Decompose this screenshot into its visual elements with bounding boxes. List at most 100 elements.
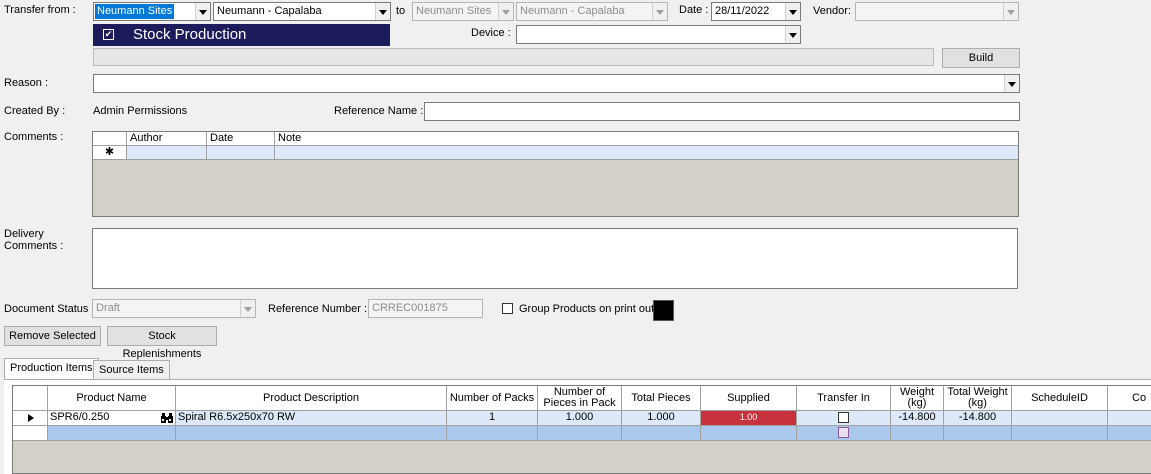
chevron-down-icon[interactable] <box>785 26 800 43</box>
from-location-dropdown[interactable]: Neumann - Capalaba <box>213 2 391 21</box>
transfer-in-checkbox[interactable] <box>838 412 849 423</box>
document-status-dropdown: Draft <box>92 299 256 318</box>
date-value: 28/11/2022 <box>715 5 770 17</box>
column-header-weight[interactable]: Weight (kg) <box>891 386 944 411</box>
new-row-marker: ✱ <box>93 146 127 160</box>
chevron-down-icon <box>498 3 513 20</box>
column-header-total-pieces[interactable]: Total Pieces <box>622 386 701 411</box>
grid-corner <box>13 386 48 411</box>
number-of-packs-cell[interactable]: 1 <box>447 411 538 426</box>
total-pieces-cell[interactable]: 1.000 <box>622 411 701 426</box>
to-location-dropdown: Neumann - Capalaba <box>516 2 668 21</box>
total-weight-cell[interactable]: -14.800 <box>944 411 1012 426</box>
delivery-comments-textarea[interactable] <box>92 228 1018 289</box>
new-transfer-in-checkbox[interactable] <box>838 427 849 438</box>
column-header-note[interactable]: Note <box>275 132 1018 146</box>
vendor-dropdown <box>855 2 1019 21</box>
stock-replenishments-button[interactable]: Stock Replenishments <box>107 326 217 360</box>
co-cell[interactable] <box>1108 411 1151 426</box>
new-total-weight-cell[interactable] <box>944 426 1012 441</box>
new-note-cell[interactable] <box>275 146 1018 160</box>
reference-number-label: Reference Number : <box>268 303 368 315</box>
reference-number-input: CRREC001875 <box>368 299 483 318</box>
chevron-down-icon[interactable] <box>195 3 210 20</box>
device-dropdown[interactable] <box>516 25 801 44</box>
document-status-value: Draft <box>96 302 120 314</box>
new-product-description-cell[interactable] <box>176 426 447 441</box>
color-swatch[interactable] <box>653 300 674 321</box>
stock-production-toggle[interactable]: ✔ Stock Production <box>93 24 390 46</box>
new-pieces-in-pack-cell[interactable] <box>538 426 622 441</box>
product-name-cell[interactable]: SPR6/0.250 <box>48 411 176 426</box>
group-products-checkbox[interactable] <box>502 303 513 314</box>
binoculars-icon[interactable] <box>161 413 173 423</box>
tab-source-items[interactable]: Source Items <box>93 360 170 380</box>
chevron-down-icon[interactable] <box>785 3 800 20</box>
build-button[interactable]: Build <box>942 48 1020 68</box>
new-transfer-in-cell[interactable] <box>797 426 891 441</box>
new-weight-cell[interactable] <box>891 426 944 441</box>
new-date-cell[interactable] <box>207 146 275 160</box>
supplied-cell[interactable]: 1.00 <box>701 411 797 426</box>
new-total-pieces-cell[interactable] <box>622 426 701 441</box>
delivery-comments-label-line2: Comments : <box>4 240 64 252</box>
new-co-cell[interactable] <box>1108 426 1151 441</box>
pieces-in-pack-cell[interactable]: 1.000 <box>538 411 622 426</box>
transfer-from-label: Transfer from : <box>4 4 76 16</box>
to-location-value: Neumann - Capalaba <box>520 5 625 17</box>
column-header-transfer-in[interactable]: Transfer In <box>797 386 891 411</box>
column-header-author[interactable]: Author <box>127 132 207 146</box>
to-label: to <box>396 5 406 17</box>
grid-corner <box>93 132 127 146</box>
document-status-label: Document Status : <box>4 303 95 315</box>
to-site-value: Neumann Sites <box>416 5 492 17</box>
vendor-label: Vendor: <box>813 5 851 17</box>
chevron-down-icon <box>240 300 255 317</box>
production-items-grid[interactable]: Product Name Product Description Number … <box>12 385 1151 474</box>
from-location-value: Neumann - Capalaba <box>217 5 322 17</box>
new-product-name-cell[interactable] <box>48 426 176 441</box>
column-header-total-weight[interactable]: Total Weight (kg) <box>944 386 1012 411</box>
tab-production-items[interactable]: Production Items <box>4 358 99 380</box>
reason-dropdown[interactable] <box>93 74 1020 93</box>
new-supplied-cell[interactable] <box>701 426 797 441</box>
checkbox-icon[interactable]: ✔ <box>103 29 114 40</box>
product-description-cell[interactable]: Spiral R6.5x250x70 RW <box>176 411 447 426</box>
new-schedule-id-cell[interactable] <box>1012 426 1108 441</box>
column-header-product-description[interactable]: Product Description <box>176 386 447 411</box>
column-header-product-name[interactable]: Product Name <box>48 386 176 411</box>
schedule-id-cell[interactable] <box>1012 411 1108 426</box>
group-products-label: Group Products on print out <box>519 303 655 315</box>
column-header-schedule-id[interactable]: ScheduleID <box>1012 386 1108 411</box>
column-header-pieces-in-pack[interactable]: Number of Pieces in Pack <box>538 386 622 411</box>
column-header-date[interactable]: Date <box>207 132 275 146</box>
triangle-right-icon <box>28 414 34 422</box>
new-number-of-packs-cell[interactable] <box>447 426 538 441</box>
chevron-down-icon <box>652 3 667 20</box>
to-site-dropdown: Neumann Sites <box>412 2 514 21</box>
stock-production-label: Stock Production <box>133 26 247 43</box>
column-header-supplied[interactable]: Supplied <box>701 386 797 411</box>
transfer-in-cell[interactable] <box>797 411 891 426</box>
product-name-value: SPR6/0.250 <box>50 411 110 423</box>
date-label: Date : <box>679 4 709 16</box>
device-label: Device : <box>471 27 511 39</box>
column-header-number-of-packs[interactable]: Number of Packs <box>447 386 538 411</box>
remove-selected-button[interactable]: Remove Selected <box>4 326 101 346</box>
from-site-value: Neumann Sites <box>95 4 175 19</box>
from-site-dropdown[interactable]: Neumann Sites <box>93 2 211 21</box>
comments-grid[interactable]: Author Date Note ✱ <box>92 131 1019 217</box>
build-progress-bar <box>93 48 934 66</box>
new-author-cell[interactable] <box>127 146 207 160</box>
weight-cell[interactable]: -14.800 <box>891 411 944 426</box>
new-row-selector[interactable] <box>13 426 48 441</box>
chevron-down-icon[interactable] <box>1004 75 1019 92</box>
column-header-co[interactable]: Co <box>1108 386 1151 411</box>
date-picker[interactable]: 28/11/2022 <box>711 2 801 21</box>
created-by-value: Admin Permissions <box>93 105 188 117</box>
comments-label: Comments : <box>4 131 64 143</box>
chevron-down-icon[interactable] <box>375 3 390 20</box>
reference-name-input[interactable] <box>424 102 1020 121</box>
reference-name-label: Reference Name : <box>334 105 424 117</box>
row-selector[interactable] <box>13 411 48 426</box>
